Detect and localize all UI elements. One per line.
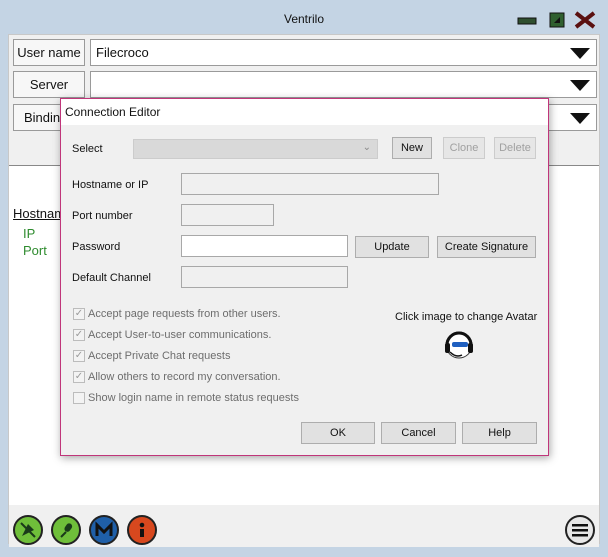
tree-item-port[interactable]: Port bbox=[23, 243, 47, 258]
port-label: Port number bbox=[72, 210, 133, 222]
microphone-icon bbox=[60, 523, 73, 538]
ok-button[interactable]: OK bbox=[301, 422, 375, 444]
headset-avatar-icon bbox=[445, 331, 473, 359]
info-icon bbox=[139, 522, 145, 537]
default-channel-field[interactable] bbox=[181, 266, 348, 288]
username-combo[interactable]: Filecroco bbox=[90, 39, 597, 66]
dialog-title: Connection Editor bbox=[61, 99, 548, 125]
chevron-down-icon bbox=[570, 48, 590, 59]
cancel-button[interactable]: Cancel bbox=[381, 422, 456, 444]
menu-icon bbox=[572, 524, 588, 537]
checkbox-label: Accept page requests from other users. bbox=[88, 308, 281, 320]
password-label: Password bbox=[72, 241, 121, 253]
hostname-label: Hostname or IP bbox=[72, 179, 149, 191]
bottom-toolbar bbox=[9, 507, 599, 547]
info-button[interactable] bbox=[127, 515, 157, 545]
maximize-icon bbox=[549, 12, 565, 28]
close-button[interactable] bbox=[574, 10, 596, 30]
hostname-field[interactable] bbox=[181, 173, 439, 195]
help-button[interactable]: Help bbox=[462, 422, 537, 444]
server-combo[interactable] bbox=[90, 71, 597, 98]
microphone-button[interactable] bbox=[51, 515, 81, 545]
checkbox-allow-record[interactable]: ✓ Allow others to record my conversation… bbox=[73, 369, 281, 385]
mute-button[interactable] bbox=[13, 515, 43, 545]
checkbox-page-requests[interactable]: ✓ Accept page requests from other users. bbox=[73, 306, 281, 322]
connection-editor-dialog: Connection Editor Select ⌄ New Clone Del… bbox=[60, 98, 549, 456]
microphone-mute-icon bbox=[20, 522, 36, 538]
maximize-button[interactable] bbox=[546, 10, 568, 30]
avatar[interactable] bbox=[442, 328, 476, 362]
checkbox-private-chat[interactable]: ✓ Accept Private Chat requests bbox=[73, 348, 230, 364]
checkbox-checked-icon: ✓ bbox=[73, 308, 85, 320]
tree-header: Hostnam bbox=[13, 206, 66, 221]
port-field[interactable] bbox=[181, 204, 274, 226]
ventrilo-window: Ventrilo User name Filecroco Server Bind… bbox=[0, 0, 608, 557]
m-logo-icon bbox=[95, 521, 113, 536]
checkbox-checked-icon: ✓ bbox=[73, 371, 85, 383]
checkbox-checked-icon: ✓ bbox=[73, 350, 85, 362]
chevron-down-icon: ⌄ bbox=[362, 142, 371, 153]
chevron-down-icon bbox=[570, 80, 590, 91]
minimize-icon bbox=[517, 17, 537, 25]
server-label: Server bbox=[13, 71, 85, 98]
update-button[interactable]: Update bbox=[355, 236, 429, 258]
chevron-down-icon bbox=[570, 113, 590, 124]
username-value: Filecroco bbox=[96, 45, 149, 60]
clone-button[interactable]: Clone bbox=[443, 137, 485, 159]
tree-item-ip[interactable]: IP bbox=[23, 226, 35, 241]
checkbox-checked-icon: ✓ bbox=[73, 329, 85, 341]
username-label: User name bbox=[13, 39, 85, 66]
checkbox-show-login-name[interactable]: Show login name in remote status request… bbox=[73, 390, 299, 406]
close-icon bbox=[574, 11, 596, 29]
m-button[interactable] bbox=[89, 515, 119, 545]
checkbox-label: Accept Private Chat requests bbox=[88, 350, 231, 362]
select-label: Select bbox=[72, 143, 103, 155]
checkbox-label: Show login name in remote status request… bbox=[88, 392, 299, 404]
password-field[interactable] bbox=[181, 235, 348, 257]
default-channel-label: Default Channel bbox=[72, 272, 151, 284]
title-bar: Ventrilo bbox=[0, 0, 608, 34]
avatar-caption: Click image to change Avatar bbox=[395, 311, 538, 323]
delete-button[interactable]: Delete bbox=[494, 137, 536, 159]
checkbox-label: Allow others to record my conversation. bbox=[88, 371, 281, 383]
checkbox-label: Accept User-to-user communications. bbox=[88, 329, 272, 341]
checkbox-user-to-user[interactable]: ✓ Accept User-to-user communications. bbox=[73, 327, 271, 343]
new-button[interactable]: New bbox=[392, 137, 432, 159]
select-dropdown[interactable]: ⌄ bbox=[133, 139, 378, 159]
menu-button[interactable] bbox=[565, 515, 595, 545]
create-signature-button[interactable]: Create Signature bbox=[437, 236, 536, 258]
minimize-button[interactable] bbox=[516, 10, 538, 30]
checkbox-unchecked-icon bbox=[73, 392, 85, 404]
